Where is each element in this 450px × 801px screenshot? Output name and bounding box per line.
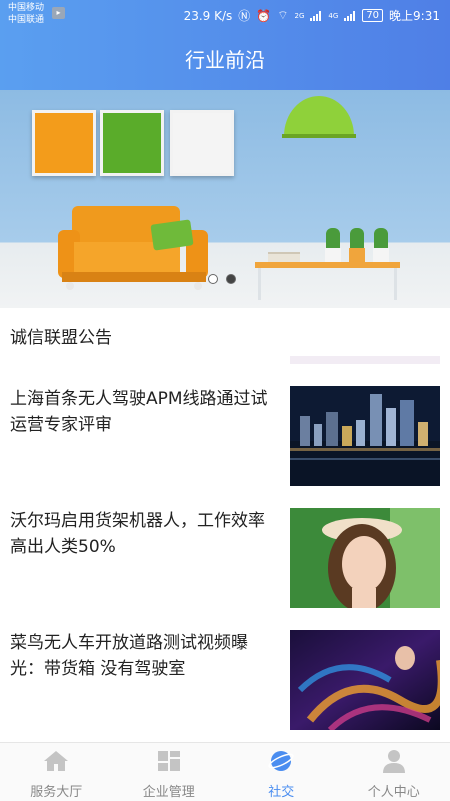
side-table (255, 262, 400, 268)
wifi-icon: ⌔ (277, 8, 288, 23)
status-bar: 中国移动 中国联通 ▸ 23.9 K/s Ⓝ ⏰ ⌔ 2G 4G 70 晚上9:… (0, 0, 450, 30)
battery-icon: 70 (362, 9, 383, 22)
table-leg-left (258, 268, 261, 300)
tab-enterprise[interactable]: 企业管理 (113, 743, 226, 801)
news-image-city[interactable] (290, 386, 440, 486)
cactus-2 (350, 228, 364, 250)
nfc-icon: Ⓝ (238, 7, 250, 24)
carrier-info: 中国移动 中国联通 (8, 2, 44, 26)
news-item[interactable]: 上海首条无人驾驶APM线路通过试运营专家评审 (0, 386, 450, 496)
carrier-2: 中国联通 (8, 14, 44, 26)
alarm-icon: ⏰ (256, 9, 271, 23)
tab-profile[interactable]: 个人中心 (338, 743, 450, 801)
wall-art-orange (32, 110, 96, 176)
carousel-indicators (208, 274, 236, 284)
notice-title[interactable]: 诚信联盟公告 (10, 323, 112, 348)
news-image-dancer[interactable] (290, 630, 440, 730)
network-speed: 23.9 K/s (184, 9, 233, 23)
signal-2-label: 4G (328, 12, 338, 20)
tab-label: 企业管理 (113, 781, 226, 800)
tab-label: 服务大厅 (0, 781, 113, 800)
carousel-dot-2[interactable] (226, 274, 236, 284)
person-icon (381, 749, 407, 773)
bottom-tab-bar: 服务大厅 企业管理 社交 个人中心 (0, 742, 450, 801)
carrier-1: 中国移动 (8, 2, 44, 14)
news-title[interactable]: 上海首条无人驾驶APM线路通过试运营专家评审 (10, 386, 275, 438)
tab-label: 个人中心 (338, 781, 450, 800)
table-leg-right (394, 268, 397, 300)
notice-thumbnail[interactable] (290, 356, 440, 364)
wall-art-green (100, 110, 164, 176)
news-image-portrait[interactable] (290, 508, 440, 608)
tab-label: 社交 (225, 781, 338, 800)
news-title[interactable]: 菜鸟无人车开放道路测试视频曝光：带货箱 没有驾驶室 (10, 630, 275, 682)
planet-icon (268, 749, 294, 773)
grid-icon (156, 749, 182, 773)
signal-1-label: 2G (295, 12, 305, 20)
sofa-pillow (150, 219, 193, 250)
cactus-3 (374, 228, 388, 250)
pot-2 (349, 248, 365, 262)
page-title: 行业前沿 (185, 48, 265, 72)
sofa-base (62, 272, 206, 282)
signal-2-icon (344, 11, 356, 21)
news-title[interactable]: 沃尔玛启用货架机器人，工作效率高出人类50% (10, 508, 275, 560)
status-right: 23.9 K/s Ⓝ ⏰ ⌔ 2G 4G 70 晚上9:31 (184, 7, 440, 24)
app-header: 行业前沿 (0, 30, 450, 90)
cactus-1 (326, 228, 340, 250)
news-item[interactable]: 菜鸟无人车开放道路测试视频曝光：带货箱 没有驾驶室 (0, 630, 450, 740)
wall-art-white (170, 110, 234, 176)
banner-carousel[interactable] (0, 90, 450, 308)
sofa-leg-left (66, 282, 74, 290)
pot-1 (325, 248, 341, 262)
signal-1-icon (310, 11, 322, 21)
pot-3 (373, 248, 389, 262)
pendant-lamp-illustration (282, 90, 356, 140)
hd-badge-icon: ▸ (52, 7, 65, 19)
tab-social[interactable]: 社交 (225, 743, 338, 801)
tab-service-hall[interactable]: 服务大厅 (0, 743, 113, 801)
home-icon (43, 749, 69, 773)
carousel-dot-1[interactable] (208, 274, 218, 284)
sofa-leg-right (194, 282, 202, 290)
clock: 晚上9:31 (389, 7, 440, 24)
news-item[interactable]: 沃尔玛启用货架机器人，工作效率高出人类50% (0, 508, 450, 618)
